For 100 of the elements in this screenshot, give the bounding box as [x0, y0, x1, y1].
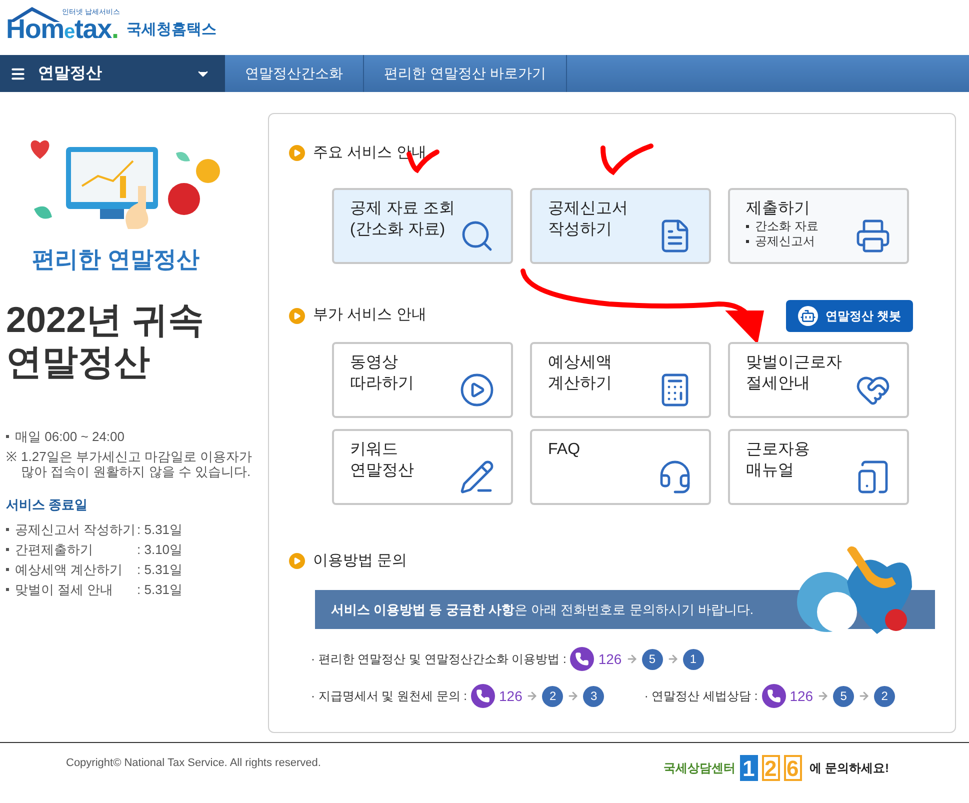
bullet-icon [746, 224, 749, 228]
coin-icon [168, 183, 200, 215]
card-title: (간소화 자료) [350, 220, 446, 240]
service-card[interactable]: 공제 자료 조회 (간소화 자료) [332, 188, 513, 264]
next-arrow-icon [626, 653, 638, 665]
number-tile: 6 [784, 755, 802, 781]
check-mark-drawing [599, 142, 655, 176]
menu-dropdown[interactable]: 연말정산 [0, 55, 225, 92]
menu-step-number: 1 [682, 648, 704, 670]
menu-step-number: 2 [542, 686, 564, 706]
service-card[interactable]: 제출하기 간소화 자료 공제신고서 [728, 188, 909, 264]
end-date-label: 맞벌이 절세 안내 [15, 580, 114, 598]
menu-step-number: 2 [874, 686, 896, 706]
service-card[interactable]: 동영상 따라하기 [332, 342, 513, 418]
phone-number: 126 [499, 686, 522, 706]
number-tile: 1 [740, 755, 758, 781]
card-bullet: 간소화 자료 [755, 218, 818, 234]
leaf-icon [34, 206, 52, 219]
card-title: 매뉴얼 [746, 460, 795, 480]
menu-step-number: 5 [833, 686, 854, 706]
contact-label: · 연말정산 세법상담 : [644, 688, 758, 705]
section-title: 부가 서비스 안내 [313, 305, 426, 326]
breadcrumb-link[interactable]: 연말정산간소화 [225, 55, 364, 92]
section-title: 이용방법 문의 [313, 550, 408, 570]
number-tile: 2 [762, 755, 780, 781]
card-title: 예상세액 [548, 352, 612, 372]
pencil-icon [459, 458, 495, 494]
card-title: 키워드 [350, 440, 399, 460]
notice-mark: ※ [6, 449, 17, 466]
service-card[interactable]: FAQ [530, 428, 711, 504]
card-title: 연말정산 [350, 460, 414, 480]
bullet-icon [6, 548, 9, 551]
copyright-text: Copyright© National Tax Service. All rights reserved. [66, 756, 321, 771]
service-card[interactable]: 예상세액 계산하기 [530, 342, 711, 418]
play-icon [459, 372, 495, 408]
next-arrow-icon [858, 690, 870, 702]
logo-wordmark: Hometax. [6, 16, 118, 43]
card-title: 동영상 [350, 352, 399, 372]
bullet-icon [6, 528, 9, 531]
phone-icon [471, 684, 495, 708]
consult-suffix: 에 문의하세요! [810, 760, 889, 777]
monitor-icon [66, 147, 158, 219]
robot-icon [798, 306, 818, 326]
next-arrow-icon [526, 690, 538, 702]
card-bullet: 공제신고서 [755, 234, 815, 248]
hand-icon [126, 186, 148, 229]
next-arrow-icon [817, 690, 830, 702]
contact-banner-text: 서비스 이용방법 등 궁금한 사항은 아래 전화번호로 문의하시기 바랍니다. [331, 600, 754, 619]
card-title: 공제 자료 조회 [350, 198, 455, 218]
breadcrumb-link[interactable]: 편리한 연말정산 바로가기 [364, 55, 567, 92]
service-card[interactable]: 맞벌이근로자 절세안내 [728, 342, 909, 418]
menu-icon [10, 66, 26, 82]
end-date-label: 간편제출하기 [15, 540, 94, 558]
printer-icon [855, 218, 891, 254]
bullet-icon [6, 568, 9, 571]
card-title: 작성하기 [548, 220, 613, 240]
chatbot-button[interactable]: 연말정산 챗봇 [786, 300, 913, 332]
end-date-label: 공제신고서 작성하기 [15, 520, 137, 538]
card-title: 공제신고서 [548, 198, 628, 218]
bullet-icon [746, 240, 749, 242]
end-date-value: : 5.31일 [137, 560, 183, 578]
service-card[interactable]: 근로자용 매뉴얼 [728, 428, 909, 504]
service-card[interactable]: 공제신고서 작성하기 [530, 188, 711, 264]
notice-text: 1.27일은 부가세신고 마감일로 이용자가 많아 접속이 원활하지 않을 수 있습니다. [21, 449, 254, 479]
phone-number: 126 [598, 650, 622, 668]
card-title: 근로자용 [746, 440, 810, 460]
card-title: 절세안내 [746, 374, 811, 394]
menu-step-number: 5 [642, 648, 663, 670]
card-title: 맞벌이근로자 [746, 352, 842, 372]
coin-icon [196, 159, 220, 183]
menu-step-number: 3 [583, 686, 604, 706]
bullet-icon [6, 434, 9, 438]
banner-title: 편리한 연말정산 [32, 245, 200, 274]
end-date-value: : 5.31일 [137, 520, 183, 538]
page-heading: 연말정산 [6, 340, 151, 382]
phone-icon [570, 647, 594, 671]
card-title: 따라하기 [350, 374, 414, 394]
contact-label: · 지급명세서 및 원천세 문의 : [311, 688, 467, 705]
play-bullet-icon [289, 145, 305, 162]
contact-label: · 편리한 연말정산 및 연말정산간소화 이용방법 : [311, 651, 566, 668]
card-title: FAQ [548, 440, 580, 460]
service-hours: 매일 06:00 ~ 24:00 [15, 428, 124, 446]
phone-icon [762, 684, 786, 708]
page-heading: 2022년 귀속 [6, 298, 206, 340]
service-card[interactable]: 키워드 연말정산 [332, 428, 513, 504]
end-dates-title: 서비스 종료일 [6, 496, 89, 514]
next-arrow-icon [666, 653, 679, 665]
consult-center-label: 국세상담센터 [664, 760, 736, 777]
play-bullet-icon [289, 308, 305, 324]
end-date-label: 예상세액 계산하기 [15, 560, 124, 578]
card-title: 계산하기 [548, 374, 612, 394]
end-date-value: : 5.31일 [137, 580, 183, 598]
card-title: 제출하기 [746, 198, 811, 218]
end-date-value: : 3.10일 [137, 540, 183, 558]
play-bullet-icon [289, 552, 305, 569]
phone-number: 126 [790, 686, 814, 706]
heart-icon [30, 140, 50, 159]
bullet-icon [6, 588, 9, 591]
logo-name: 국세청홈택스 [126, 20, 216, 40]
leaf-icon [176, 152, 190, 162]
